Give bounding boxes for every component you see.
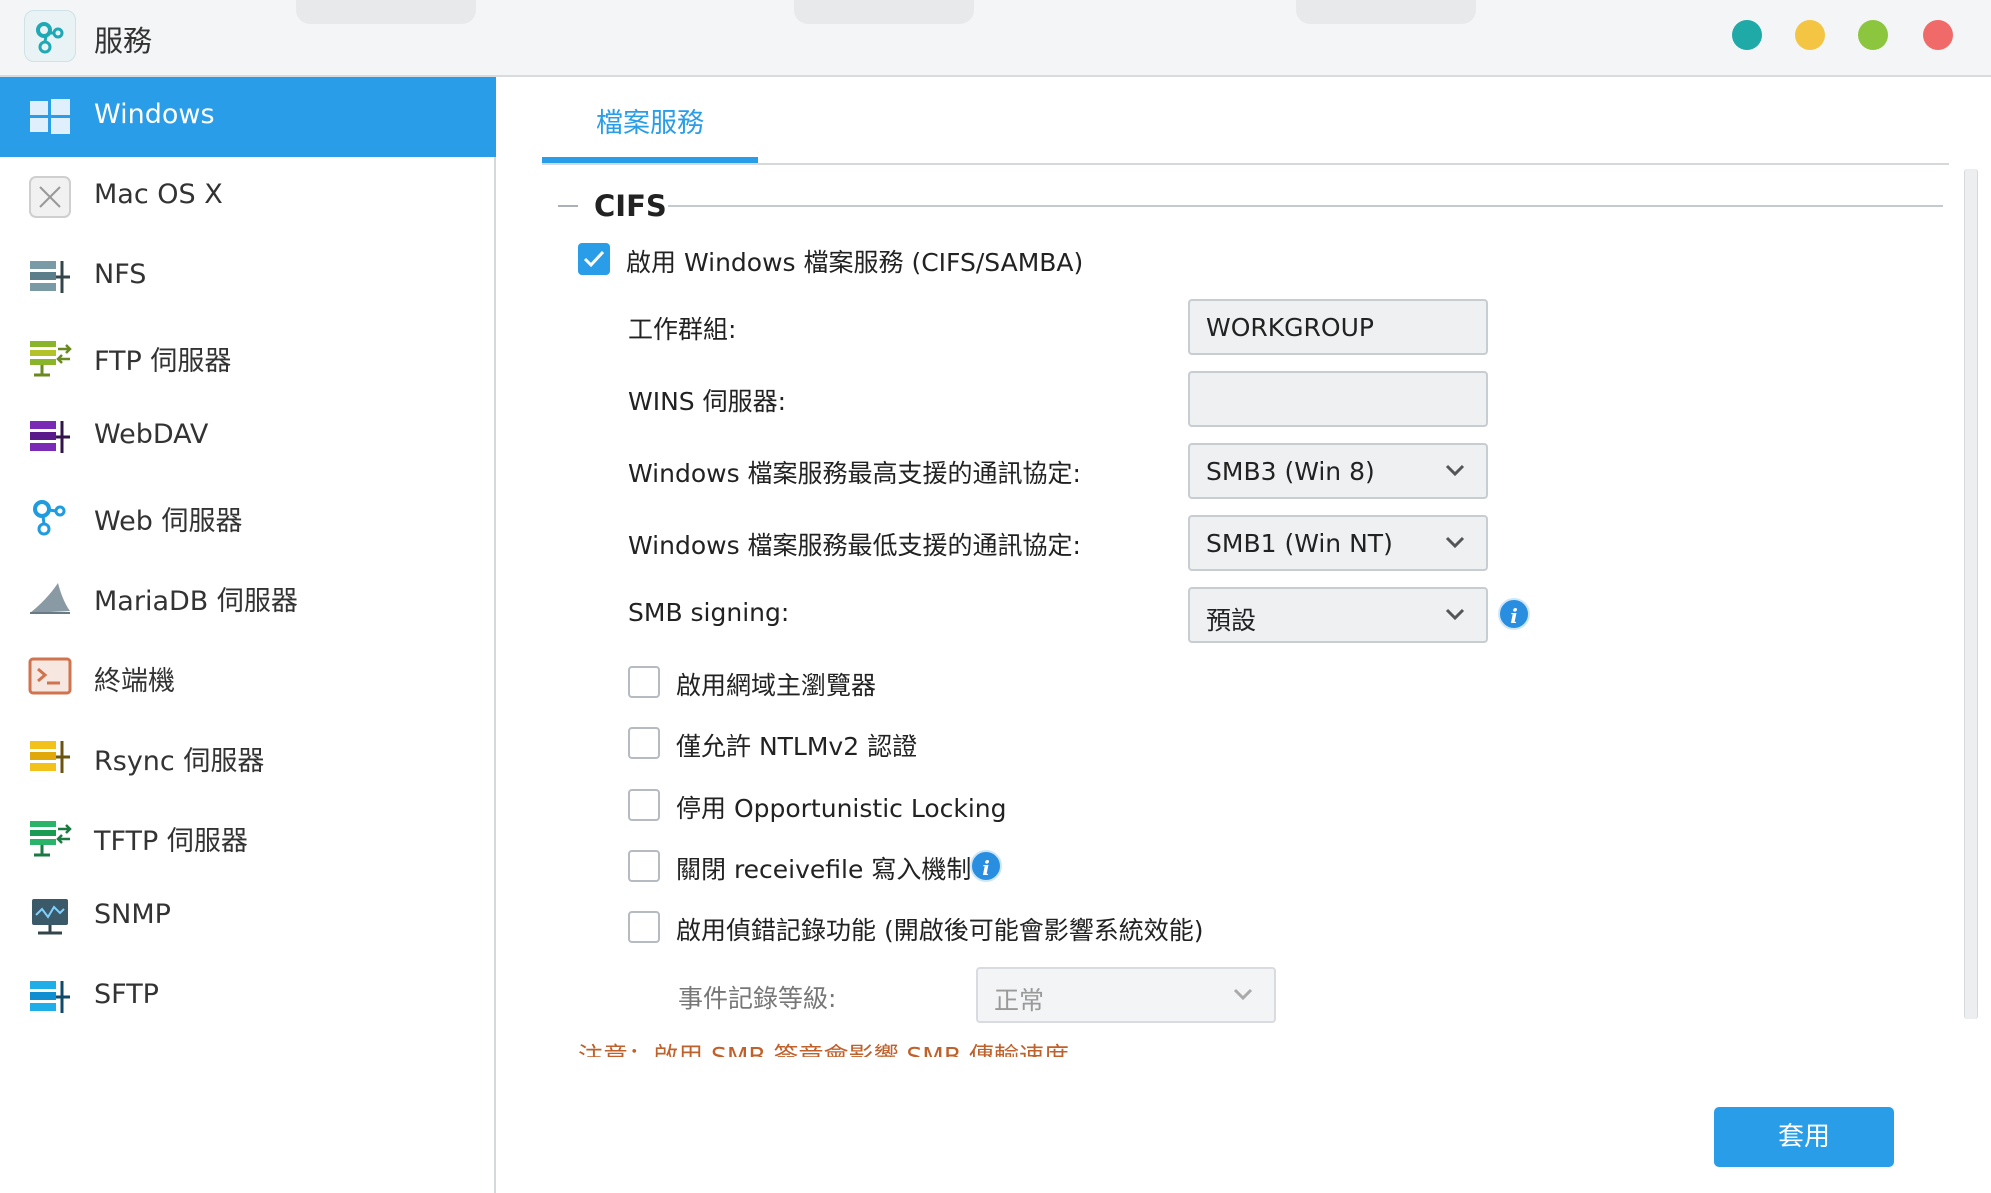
window-button-teal[interactable] <box>1732 20 1762 50</box>
sidebar-item-label: 終端機 <box>94 666 175 697</box>
windows-icon <box>30 99 70 134</box>
disable-receivefile-label: 關閉 receivefile 寫入機制 <box>676 855 972 884</box>
sidebar-item-terminal[interactable]: 終端機 <box>0 637 496 717</box>
sidebar-item-ftp-server[interactable]: FTP 伺服器 <box>0 317 496 397</box>
sidebar-item-windows[interactable]: Windows <box>0 77 496 157</box>
sidebar-item-sftp[interactable]: SFTP <box>0 957 496 1037</box>
sidebar-item-label: WebDAV <box>94 419 209 450</box>
min-protocol-label: Windows 檔案服務最低支援的通訊協定: <box>628 531 1081 560</box>
sidebar-item-label: MariaDB 伺服器 <box>94 586 298 617</box>
sftp-icon <box>30 981 70 1013</box>
ntlmv2-only-checkbox[interactable] <box>628 727 660 759</box>
sidebar-item-mariadb-server[interactable]: MariaDB 伺服器 <box>0 557 496 637</box>
apply-button[interactable]: 套用 <box>1714 1107 1894 1167</box>
ftp-server-icon <box>30 341 72 377</box>
max-protocol-select[interactable]: SMB3 (Win 8) <box>1188 443 1488 499</box>
log-level-label: 事件記錄等級: <box>678 984 837 1013</box>
disable-receivefile-checkbox[interactable] <box>628 850 660 882</box>
tab-file-services[interactable]: 檔案服務 <box>542 101 758 165</box>
sidebar-item-label: TFTP 伺服器 <box>94 826 248 857</box>
sidebar-item-snmp[interactable]: SNMP <box>0 877 496 957</box>
chevron-down-icon <box>1445 464 1465 477</box>
sidebar-item-label: NFS <box>94 259 147 290</box>
log-level-select[interactable]: 正常 <box>976 967 1276 1023</box>
smb-signing-value: 預設 <box>1206 606 1257 635</box>
chevron-down-icon <box>1445 608 1465 621</box>
debug-log-checkbox[interactable] <box>628 911 660 943</box>
sidebar-item-label: Web 伺服器 <box>94 506 243 537</box>
section-divider <box>668 205 1943 207</box>
terminal-icon <box>28 657 72 695</box>
sidebar-item-nfs[interactable]: NFS <box>0 237 496 317</box>
sidebar-item-label: Mac OS X <box>94 179 223 210</box>
receivefile-info-icon[interactable]: i <box>970 850 1002 882</box>
smb-signing-note: 注意：啟用 SMB 簽章會影響 SMB 傳輸速度 <box>578 1042 1069 1057</box>
wins-server-field[interactable] <box>1188 371 1488 427</box>
window-button-red[interactable] <box>1923 20 1953 50</box>
min-protocol-select[interactable]: SMB1 (Win NT) <box>1188 515 1488 571</box>
app-title: 服務 <box>94 24 153 58</box>
webdav-icon <box>30 421 70 453</box>
smb-signing-label: SMB signing: <box>628 598 790 627</box>
nfs-icon <box>30 261 70 293</box>
sidebar: Windows Mac OS X NFS FTP 伺服器 WebDAV Web … <box>0 77 496 1193</box>
domain-master-browser-checkbox[interactable] <box>628 666 660 698</box>
workgroup-field[interactable]: WORKGROUP <box>1188 299 1488 355</box>
scrollbar[interactable] <box>1964 169 1978 1019</box>
section-title-cifs: CIFS <box>594 189 667 223</box>
wins-server-label: WINS 伺服器: <box>628 387 787 416</box>
sidebar-item-label: Rsync 伺服器 <box>94 746 265 777</box>
smb-signing-select[interactable]: 預設 <box>1188 587 1488 643</box>
mariadb-server-icon <box>30 583 70 614</box>
sidebar-item-web-server[interactable]: Web 伺服器 <box>0 477 496 557</box>
enable-cifs-label: 啟用 Windows 檔案服務 (CIFS/SAMBA) <box>626 248 1084 277</box>
chevron-down-icon <box>1445 536 1465 549</box>
chevron-down-icon <box>1233 988 1253 1001</box>
services-app-icon <box>24 10 76 62</box>
smb-signing-info-icon[interactable]: i <box>1498 598 1530 630</box>
sidebar-item-label: Windows <box>94 99 215 130</box>
sidebar-item-webdav[interactable]: WebDAV <box>0 397 496 477</box>
max-protocol-label: Windows 檔案服務最高支援的通訊協定: <box>628 459 1081 488</box>
checkmark-icon <box>583 250 605 268</box>
rsync-server-icon <box>30 741 70 773</box>
window-button-green[interactable] <box>1858 20 1888 50</box>
domain-master-browser-label: 啟用網域主瀏覽器 <box>676 671 877 700</box>
log-level-value: 正常 <box>994 986 1045 1015</box>
disable-oplocks-checkbox[interactable] <box>628 789 660 821</box>
min-protocol-value: SMB1 (Win NT) <box>1206 529 1393 558</box>
disable-oplocks-label: 停用 Opportunistic Locking <box>676 794 1007 823</box>
sidebar-item-mac-os-x[interactable]: Mac OS X <box>0 157 496 237</box>
mac-os-x-icon <box>29 176 71 218</box>
sidebar-item-rsync-server[interactable]: Rsync 伺服器 <box>0 717 496 797</box>
web-server-icon <box>33 500 66 536</box>
background-decoration <box>794 0 974 24</box>
main-panel: 檔案服務 CIFS 啟用 Windows 檔案服務 (CIFS/SAMBA) 工… <box>498 77 1991 1193</box>
title-bar: 服務 <box>0 0 1991 77</box>
background-decoration <box>296 0 476 24</box>
sidebar-item-label: SNMP <box>94 899 171 930</box>
tftp-server-icon <box>30 821 72 857</box>
sidebar-item-label: SFTP <box>94 979 159 1010</box>
window-button-yellow[interactable] <box>1795 20 1825 50</box>
sidebar-item-label: FTP 伺服器 <box>94 346 232 377</box>
workgroup-label: 工作群組: <box>628 315 737 344</box>
snmp-icon <box>32 899 68 935</box>
tab-divider <box>542 163 1949 165</box>
background-decoration <box>1296 0 1476 24</box>
debug-log-label: 啟用偵錯記錄功能 (開啟後可能會影響系統效能) <box>676 916 1204 945</box>
max-protocol-value: SMB3 (Win 8) <box>1206 457 1375 486</box>
enable-cifs-checkbox[interactable] <box>578 243 610 275</box>
sidebar-item-tftp-server[interactable]: TFTP 伺服器 <box>0 797 496 877</box>
section-dash <box>558 205 578 207</box>
ntlmv2-only-label: 僅允許 NTLMv2 認證 <box>676 732 918 761</box>
